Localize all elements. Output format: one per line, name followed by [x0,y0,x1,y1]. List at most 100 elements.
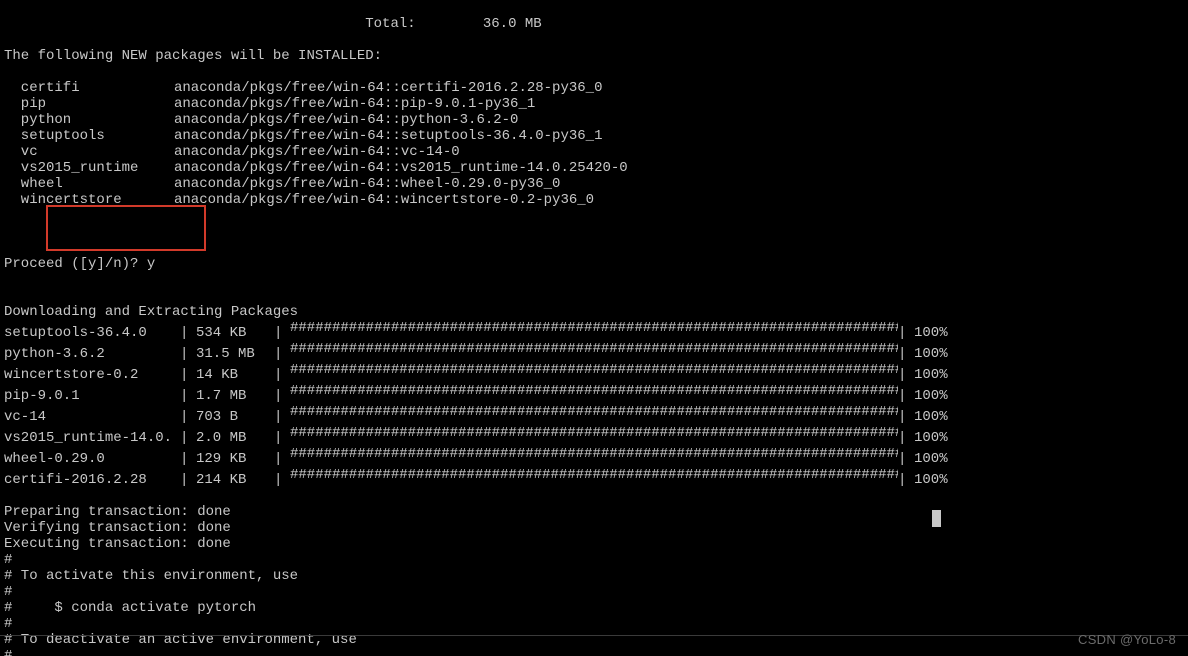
new-packages-header: The following NEW packages will be INSTA… [4,48,382,64]
package-spec: anaconda/pkgs/free/win-64::vs2015_runtim… [174,160,628,176]
package-spec: anaconda/pkgs/free/win-64::pip-9.0.1-py3… [174,96,535,112]
download-header: Downloading and Extracting Packages [4,304,298,320]
download-row: setuptools-36.4.0| 534 KB| #############… [4,320,1184,341]
download-percent: 100% [914,472,948,488]
separator: | [274,430,290,446]
hint-line: # [4,616,12,632]
separator: | [180,472,196,488]
separator: | [274,388,290,404]
progress-bar: ########################################… [290,425,898,441]
package-name: pip [4,96,174,112]
download-size: 129 KB [196,451,274,467]
download-percent: 100% [914,409,948,425]
download-percent: 100% [914,367,948,383]
total-line: Total: 36.0 MB [4,16,542,32]
download-percent: 100% [914,451,948,467]
download-row: vc-14| 703 B| ##########################… [4,404,1184,425]
txn-preparing: Preparing transaction: done [4,504,231,520]
separator: | [898,325,914,341]
separator: | [180,451,196,467]
separator: | [898,451,914,467]
separator: | [898,367,914,383]
hint-line: # [4,648,12,656]
package-spec: anaconda/pkgs/free/win-64::python-3.6.2-… [174,112,518,128]
separator: | [180,325,196,341]
download-size: 214 KB [196,472,274,488]
separator: | [898,409,914,425]
progress-bar: ########################################… [290,383,898,399]
progress-bar: ########################################… [290,320,898,336]
download-percent: 100% [914,325,948,341]
package-row: wincertstoreanaconda/pkgs/free/win-64::w… [4,192,1184,208]
package-name: python [4,112,174,128]
package-name: setuptools [4,128,174,144]
separator: | [274,451,290,467]
download-row: certifi-2016.2.28| 214 KB| #############… [4,467,1184,488]
download-name: wincertstore-0.2 [4,367,180,383]
package-spec: anaconda/pkgs/free/win-64::vc-14-0 [174,144,460,160]
package-row: vcanaconda/pkgs/free/win-64::vc-14-0 [4,144,1184,160]
separator: | [274,367,290,383]
download-name: pip-9.0.1 [4,388,180,404]
package-name: vc [4,144,174,160]
separator: | [180,346,196,362]
progress-bar: ########################################… [290,362,898,378]
separator: | [898,388,914,404]
separator: | [180,409,196,425]
package-row: certifianaconda/pkgs/free/win-64::certif… [4,80,1184,96]
downloads-list: setuptools-36.4.0| 534 KB| #############… [4,320,1184,488]
separator: | [274,325,290,341]
proceed-prompt: Proceed ([y]/n)? y [4,256,155,272]
package-name: vs2015_runtime [4,160,174,176]
download-row: pip-9.0.1| 1.7 MB| #####################… [4,383,1184,404]
download-percent: 100% [914,430,948,446]
package-row: wheelanaconda/pkgs/free/win-64::wheel-0.… [4,176,1184,192]
download-size: 703 B [196,409,274,425]
separator: | [274,472,290,488]
hint-line: # To activate this environment, use [4,568,298,584]
download-row: wheel-0.29.0| 129 KB| ##################… [4,446,1184,467]
download-name: wheel-0.29.0 [4,451,180,467]
separator: | [180,367,196,383]
progress-bar: ########################################… [290,341,898,357]
package-name: certifi [4,80,174,96]
watermark-label: CSDN @YoLo-8 [1078,632,1176,648]
download-row: python-3.6.2| 31.5 MB| #################… [4,341,1184,362]
progress-bar: ########################################… [290,404,898,420]
divider [0,635,1188,636]
txn-verifying: Verifying transaction: done [4,520,231,536]
download-size: 2.0 MB [196,430,274,446]
terminal-output[interactable]: Total: 36.0 MB The following NEW package… [0,0,1188,656]
hint-line: # [4,584,12,600]
packages-list: certifianaconda/pkgs/free/win-64::certif… [4,80,1184,208]
package-row: vs2015_runtimeanaconda/pkgs/free/win-64:… [4,160,1184,176]
package-name: wincertstore [4,192,174,208]
package-spec: anaconda/pkgs/free/win-64::wincertstore-… [174,192,594,208]
download-name: vc-14 [4,409,180,425]
separator: | [898,472,914,488]
download-name: python-3.6.2 [4,346,180,362]
download-name: vs2015_runtime-14.0. [4,430,180,446]
progress-bar: ########################################… [290,446,898,462]
separator: | [274,409,290,425]
hint-line: # $ conda activate pytorch [4,600,256,616]
txn-executing: Executing transaction: done [4,536,231,552]
download-row: vs2015_runtime-14.0.| 2.0 MB| ##########… [4,425,1184,446]
package-name: wheel [4,176,174,192]
download-size: 534 KB [196,325,274,341]
separator: | [898,430,914,446]
download-size: 1.7 MB [196,388,274,404]
progress-bar: ########################################… [290,467,898,483]
separator: | [180,430,196,446]
download-percent: 100% [914,346,948,362]
package-row: pipanaconda/pkgs/free/win-64::pip-9.0.1-… [4,96,1184,112]
package-row: setuptoolsanaconda/pkgs/free/win-64::set… [4,128,1184,144]
download-row: wincertstore-0.2| 14 KB| ###############… [4,362,1184,383]
separator: | [898,346,914,362]
hint-line: # [4,552,12,568]
download-name: certifi-2016.2.28 [4,472,180,488]
download-name: setuptools-36.4.0 [4,325,180,341]
package-row: pythonanaconda/pkgs/free/win-64::python-… [4,112,1184,128]
separator: | [274,346,290,362]
download-size: 14 KB [196,367,274,383]
